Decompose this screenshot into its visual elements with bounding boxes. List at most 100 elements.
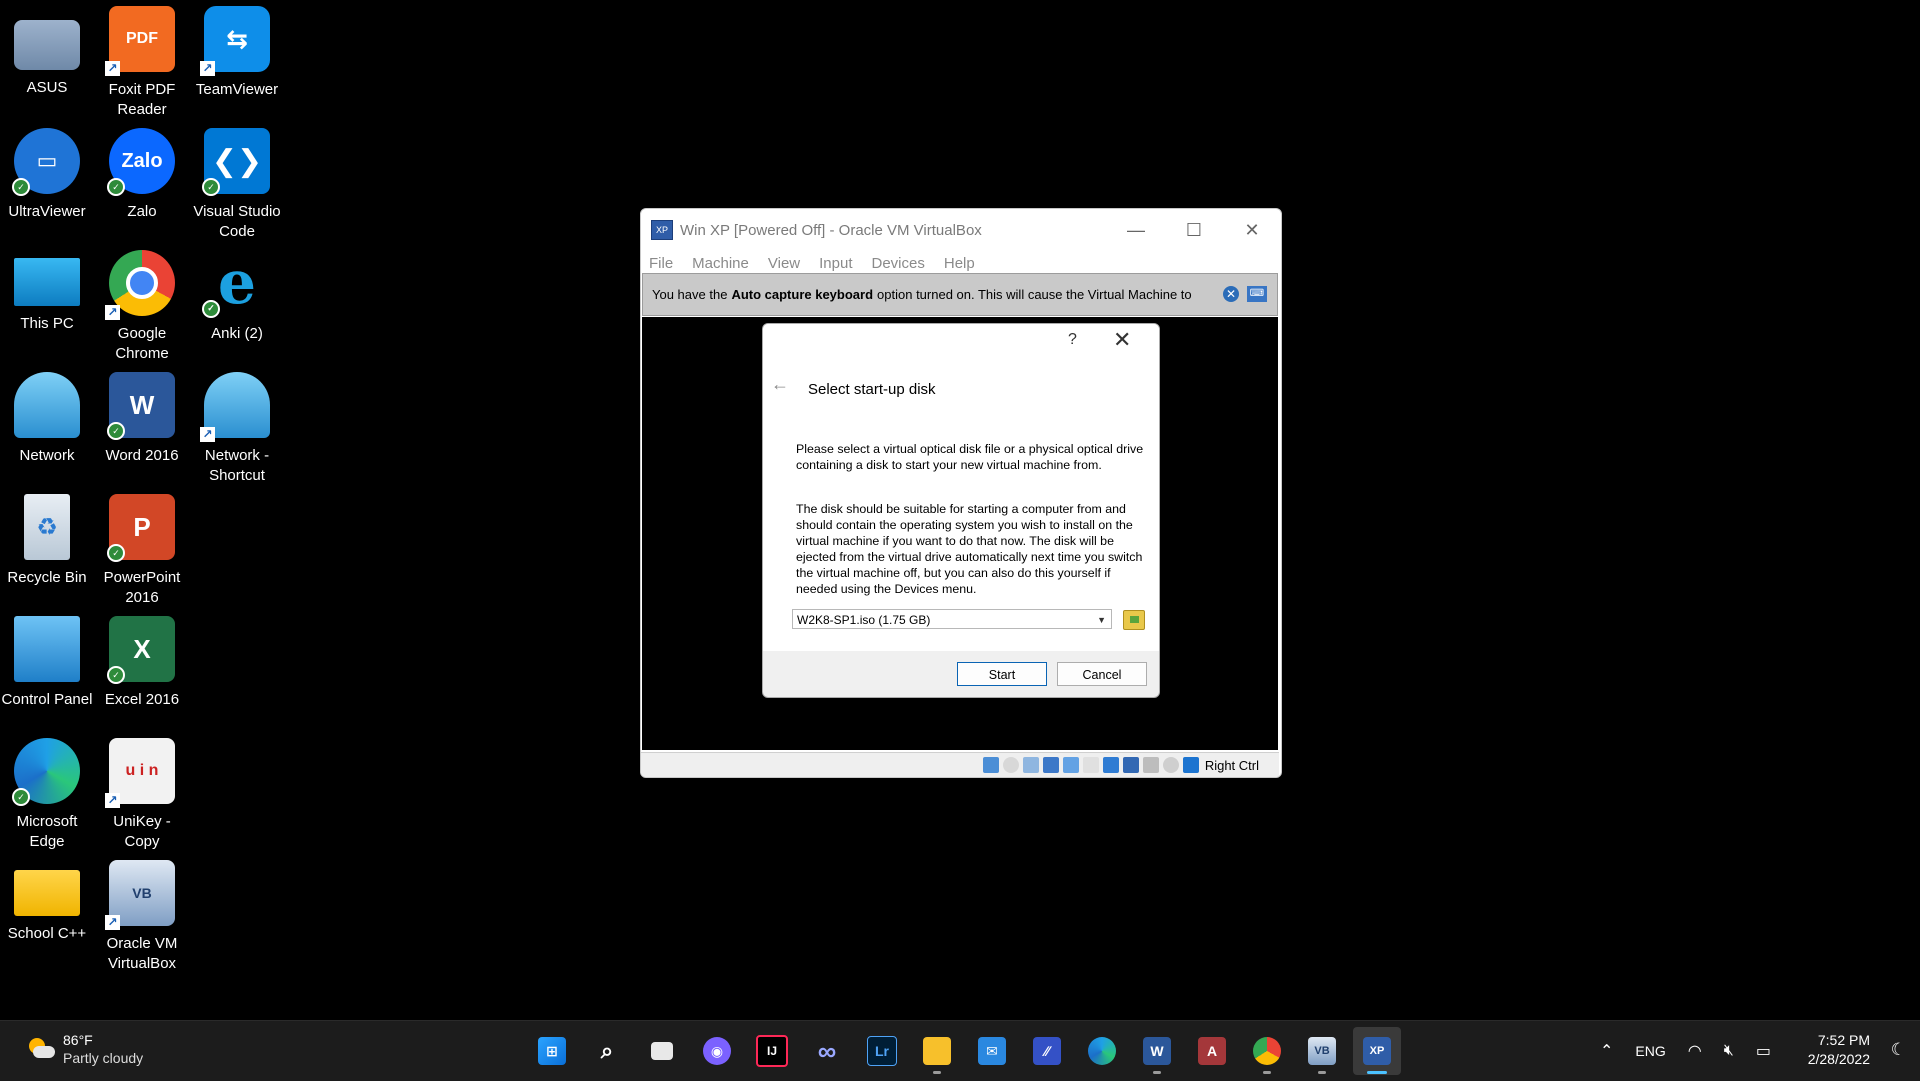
winxp-vm-button[interactable]: XP bbox=[1353, 1027, 1401, 1075]
start-button[interactable]: Start bbox=[957, 662, 1047, 686]
recording-icon[interactable] bbox=[1122, 757, 1139, 773]
cpu-icon[interactable] bbox=[1142, 757, 1159, 773]
lightroom-button[interactable]: Lr bbox=[858, 1027, 906, 1075]
desktop-icon-this-pc[interactable]: This PC bbox=[0, 250, 95, 334]
desktop-icon-network[interactable]: Network bbox=[0, 372, 95, 466]
close-notice-icon[interactable]: ✕ bbox=[1223, 286, 1239, 302]
choose-disk-folder-icon[interactable] bbox=[1123, 610, 1145, 630]
optical-drive-icon[interactable] bbox=[1002, 757, 1019, 773]
menu-machine[interactable]: Machine bbox=[692, 255, 749, 272]
control-panel-icon bbox=[14, 616, 80, 682]
icon-label: This PC bbox=[20, 315, 74, 332]
desktop-icon-powerpoint[interactable]: P ✓ PowerPoint 2016 bbox=[94, 494, 190, 608]
icon-label: Zalo bbox=[127, 203, 157, 220]
mail-button[interactable]: ✉ bbox=[968, 1027, 1016, 1075]
mouse-integration-icon[interactable] bbox=[1162, 757, 1179, 773]
help-button[interactable]: ? bbox=[1068, 331, 1077, 349]
excel-icon: X ✓ bbox=[107, 616, 175, 684]
back-arrow-icon[interactable]: ← bbox=[771, 374, 789, 395]
menu-devices[interactable]: Devices bbox=[872, 255, 925, 272]
desktop-icon-anki[interactable]: e ✓ Anki (2) bbox=[189, 248, 285, 344]
dialog-heading: Select start-up disk bbox=[808, 381, 936, 398]
access-button[interactable]: A bbox=[1188, 1027, 1236, 1075]
desktop-icon-virtualbox[interactable]: VB ↗ Oracle VM VirtualBox bbox=[94, 860, 190, 974]
hard-disk-icon[interactable] bbox=[982, 757, 999, 773]
maximize-button[interactable]: ☐ bbox=[1165, 209, 1223, 251]
icon-label: School C++ bbox=[7, 925, 87, 942]
display-icon[interactable] bbox=[1102, 757, 1119, 773]
battery-icon[interactable]: ▭ bbox=[1756, 1041, 1771, 1061]
desktop-icon-excel[interactable]: X ✓ Excel 2016 bbox=[94, 616, 190, 710]
weather-widget[interactable]: 86°F Partly cloudy bbox=[25, 1031, 143, 1067]
menu-file[interactable]: File bbox=[649, 255, 673, 272]
wifi-icon[interactable]: ◠ bbox=[1688, 1041, 1702, 1061]
icon-label: PowerPoint 2016 bbox=[103, 569, 181, 606]
usb-icon[interactable] bbox=[1062, 757, 1079, 773]
dialog-paragraph-1: Please select a virtual optical disk fil… bbox=[796, 442, 1144, 472]
desktop-icon-foxit[interactable]: PDF ↗ Foxit PDF Reader bbox=[94, 6, 190, 120]
dialog-body: ? ✕ ← Select start-up disk Please select… bbox=[763, 324, 1159, 651]
desktop-icon-ultraviewer[interactable]: ▭ ✓ UltraViewer bbox=[0, 128, 95, 222]
desktop-icon-chrome[interactable]: ↗ Google Chrome bbox=[94, 250, 190, 364]
word-button[interactable]: W bbox=[1133, 1027, 1181, 1075]
task-view-button[interactable] bbox=[638, 1027, 686, 1075]
chevron-up-icon[interactable]: ⌃ bbox=[1600, 1041, 1613, 1061]
icon-label: Foxit PDF Reader bbox=[108, 81, 176, 118]
teams-chat-button[interactable]: ◉ bbox=[693, 1027, 741, 1075]
running-indicator bbox=[933, 1071, 941, 1074]
icon-label: Word 2016 bbox=[105, 447, 179, 464]
clock[interactable]: 7:52 PM 2/28/2022 bbox=[1808, 1031, 1870, 1069]
language-indicator[interactable]: ENG bbox=[1635, 1043, 1665, 1059]
network-icon[interactable] bbox=[1042, 757, 1059, 773]
desktop-icon-asus[interactable]: ASUS bbox=[0, 12, 95, 98]
desktop-icon-vscode[interactable]: ❮❯ ✓ Visual Studio Code bbox=[189, 128, 285, 242]
shared-folder-icon[interactable] bbox=[1082, 757, 1099, 773]
audio-icon[interactable] bbox=[1022, 757, 1039, 773]
folder-icon bbox=[923, 1037, 951, 1065]
desktop-icon-zalo[interactable]: Zalo ✓ Zalo bbox=[94, 128, 190, 222]
math-app-button[interactable]: ∕∕ bbox=[1023, 1027, 1071, 1075]
title-bar[interactable]: XP Win XP [Powered Off] - Oracle VM Virt… bbox=[641, 209, 1281, 251]
chrome-icon bbox=[1253, 1037, 1281, 1065]
desktop-icon-word[interactable]: W ✓ Word 2016 bbox=[94, 372, 190, 466]
menu-help[interactable]: Help bbox=[944, 255, 975, 272]
edge-button[interactable] bbox=[1078, 1027, 1126, 1075]
virtualbox-button[interactable]: VB bbox=[1298, 1027, 1346, 1075]
menu-view[interactable]: View bbox=[768, 255, 800, 272]
intellij-button[interactable]: IJ bbox=[748, 1027, 796, 1075]
intellij-icon: IJ bbox=[756, 1035, 788, 1067]
lightroom-icon: Lr bbox=[867, 1036, 897, 1066]
dialog-close-icon[interactable]: ✕ bbox=[1113, 327, 1131, 353]
desktop-icon-unikey[interactable]: u i n ↗ UniKey - Copy bbox=[94, 738, 190, 852]
infinity-app-button[interactable]: ∞ bbox=[803, 1027, 851, 1075]
icon-label: UltraViewer bbox=[8, 203, 86, 220]
unikey-icon: u i n ↗ bbox=[105, 738, 175, 808]
minimize-button[interactable]: — bbox=[1107, 209, 1165, 251]
desktop-icon-teamviewer[interactable]: ⇆ ↗ TeamViewer bbox=[189, 6, 285, 100]
folder-icon bbox=[14, 870, 80, 916]
start-button[interactable]: ⊞ bbox=[528, 1027, 576, 1075]
notice-text-post: option turned on. This will cause the Vi… bbox=[877, 287, 1192, 302]
notification-icon[interactable]: ☾ bbox=[1891, 1040, 1906, 1060]
speaker-muted-icon[interactable]: 🔇︎ bbox=[1724, 1042, 1734, 1060]
running-indicator bbox=[1318, 1071, 1326, 1074]
chrome-button[interactable] bbox=[1243, 1027, 1291, 1075]
search-button[interactable]: ⌕ bbox=[583, 1027, 631, 1075]
task-view-icon bbox=[651, 1042, 673, 1060]
ie-icon: e ✓ bbox=[202, 248, 270, 318]
desktop-icon-network-shortcut[interactable]: ↗ Network - Shortcut bbox=[189, 372, 285, 486]
menu-input[interactable]: Input bbox=[819, 255, 852, 272]
keyboard-capture-icon[interactable]: ⌨ bbox=[1247, 286, 1267, 302]
close-button[interactable]: ✕ bbox=[1223, 209, 1281, 251]
file-explorer-button[interactable] bbox=[913, 1027, 961, 1075]
cancel-button[interactable]: Cancel bbox=[1057, 662, 1147, 686]
icon-label: Visual Studio Code bbox=[193, 203, 281, 240]
desktop-icon-control-panel[interactable]: Control Panel bbox=[0, 616, 95, 710]
desktop-icon-recycle-bin[interactable]: ♻ Recycle Bin bbox=[0, 494, 95, 588]
host-key-icon[interactable] bbox=[1182, 757, 1199, 773]
network-icon bbox=[14, 372, 80, 438]
desktop-icon-edge[interactable]: ✓ Microsoft Edge bbox=[0, 738, 95, 852]
disk-select[interactable]: W2K8-SP1.iso (1.75 GB) ▼ bbox=[792, 609, 1112, 629]
infinity-icon: ∞ bbox=[817, 1035, 837, 1066]
desktop-icon-school-cpp[interactable]: School C++ bbox=[0, 860, 95, 944]
